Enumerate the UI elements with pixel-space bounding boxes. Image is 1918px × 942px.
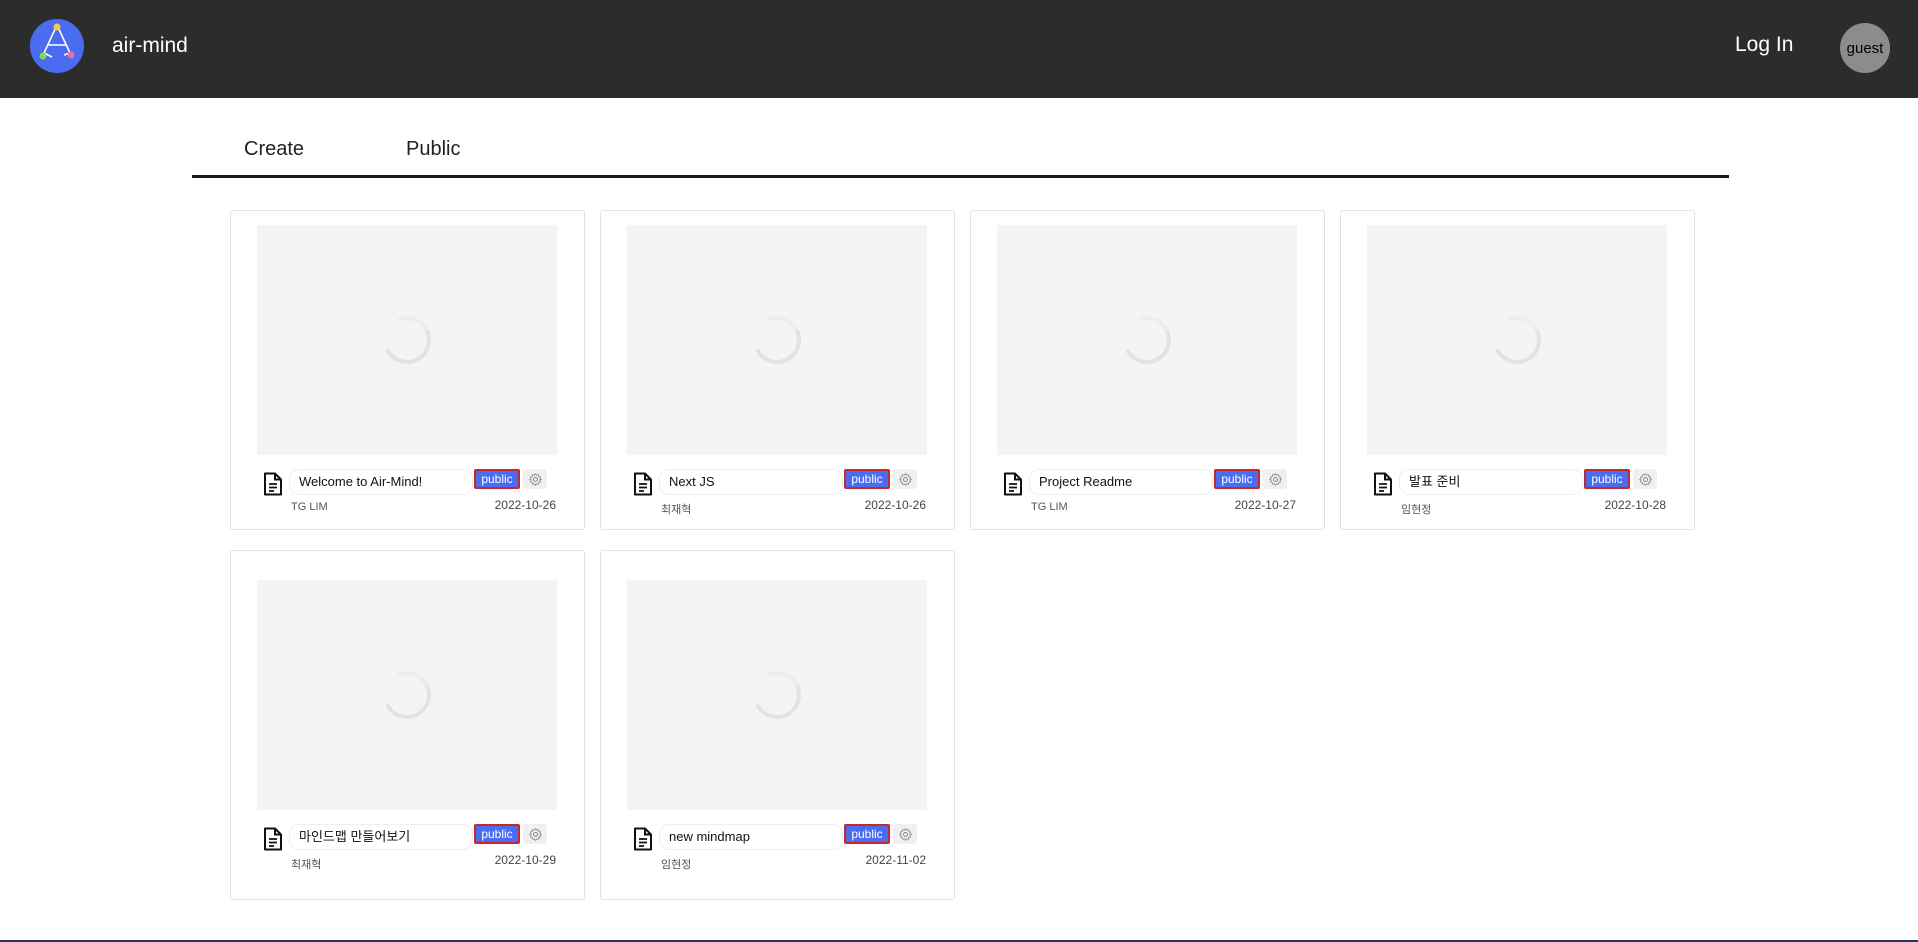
document-icon [1372, 472, 1394, 496]
mindmap-title-field[interactable]: 마인드맵 만들어보기 [289, 824, 473, 850]
avatar[interactable]: guest [1840, 23, 1890, 73]
loading-spinner-icon [746, 664, 808, 726]
mindmap-title-field[interactable]: Welcome to Air-Mind! [289, 469, 473, 495]
air-mind-logo-icon[interactable] [30, 19, 84, 73]
mindmap-card[interactable]: Next JS 최재혁 public 2022-10-26 [600, 210, 955, 530]
document-icon [632, 472, 654, 496]
mindmap-author: TG LIM [291, 501, 328, 513]
visibility-badge[interactable]: public [1214, 469, 1260, 489]
mindmap-date: 2022-10-28 [1604, 498, 1666, 512]
tab-public[interactable]: Public [406, 138, 460, 161]
document-icon [632, 827, 654, 851]
loading-spinner-icon [376, 664, 438, 726]
mindmap-thumbnail[interactable] [627, 225, 927, 455]
loading-spinner-icon [1486, 309, 1548, 371]
mindmap-date: 2022-10-26 [494, 498, 556, 512]
settings-gear-icon[interactable] [1263, 469, 1287, 489]
tab-bar: Create Public [192, 120, 1729, 178]
mindmap-title-field[interactable]: Next JS [659, 469, 843, 495]
visibility-badge[interactable]: public [844, 824, 890, 844]
mindmap-author: TG LIM [1031, 501, 1068, 513]
mindmap-author: 임현정 [661, 859, 692, 871]
app-name[interactable]: air-mind [112, 34, 188, 58]
document-icon [262, 472, 284, 496]
mindmap-author: 최재혁 [291, 859, 322, 871]
settings-gear-icon[interactable] [523, 469, 547, 489]
mindmap-date: 2022-10-27 [1234, 498, 1296, 512]
mindmap-thumbnail[interactable] [627, 580, 927, 810]
document-icon [262, 827, 284, 851]
loading-spinner-icon [746, 309, 808, 371]
document-icon [1002, 472, 1024, 496]
mindmap-thumbnail[interactable] [257, 580, 557, 810]
mindmap-title-field[interactable]: Project Readme [1029, 469, 1213, 495]
mindmap-date: 2022-10-26 [864, 498, 926, 512]
mindmap-title-field[interactable]: 발표 준비 [1399, 469, 1583, 495]
mindmap-card[interactable]: new mindmap 임현정 public 2022-11-02 [600, 550, 955, 900]
mindmap-card[interactable]: 발표 준비 임현정 public 2022-10-28 [1340, 210, 1695, 530]
mindmap-author: 최재혁 [661, 504, 692, 516]
visibility-badge[interactable]: public [474, 824, 520, 844]
top-navbar: air-mind Log In guest [0, 0, 1918, 98]
loading-spinner-icon [1116, 309, 1178, 371]
mindmap-thumbnail[interactable] [1367, 225, 1667, 455]
settings-gear-icon[interactable] [523, 824, 547, 844]
mindmap-card[interactable]: Project Readme TG LIM public 2022-10-27 [970, 210, 1325, 530]
mindmap-thumbnail[interactable] [257, 225, 557, 455]
settings-gear-icon[interactable] [893, 824, 917, 844]
settings-gear-icon[interactable] [1633, 469, 1657, 489]
tab-create[interactable]: Create [244, 138, 304, 161]
visibility-badge[interactable]: public [474, 469, 520, 489]
mindmap-thumbnail[interactable] [997, 225, 1297, 455]
settings-gear-icon[interactable] [893, 469, 917, 489]
mindmap-date: 2022-11-02 [865, 853, 927, 867]
login-button[interactable]: Log In [1735, 33, 1793, 57]
loading-spinner-icon [376, 309, 438, 371]
mindmap-author: 임현정 [1401, 504, 1432, 516]
mindmap-card[interactable]: Welcome to Air-Mind! TG LIM public 2022-… [230, 210, 585, 530]
visibility-badge[interactable]: public [844, 469, 890, 489]
visibility-badge[interactable]: public [1584, 469, 1630, 489]
mindmap-title-field[interactable]: new mindmap [659, 824, 843, 850]
mindmap-card[interactable]: 마인드맵 만들어보기 최재혁 public 2022-10-29 [230, 550, 585, 900]
mindmap-date: 2022-10-29 [494, 853, 556, 867]
